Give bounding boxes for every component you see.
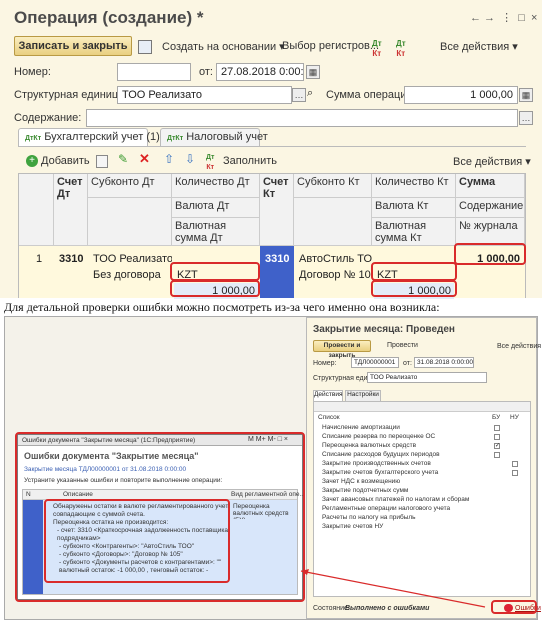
screenshot-frame: Закрытие месяца: Проведен Провести и зак… xyxy=(4,316,542,620)
sum-field[interactable]: 1 000,00 xyxy=(404,86,518,104)
edit-icon[interactable]: ✎ xyxy=(118,153,128,165)
header-currency-dt: Валюта Дт xyxy=(172,198,260,218)
row-subconto-kt-1[interactable]: АвтоСтиль ТОО xyxy=(296,251,372,267)
tab-accounting[interactable]: ДтКт Бухгалтерский учет (1) xyxy=(18,128,160,146)
header-subconto-kt: Субконто Кт xyxy=(294,174,372,198)
explanation-caption: Для детальной проверки ошибки можно посм… xyxy=(4,300,440,314)
tab-tax-label: Налоговый учет xyxy=(186,131,268,143)
save-close-button[interactable]: Записать и закрыть xyxy=(14,36,132,56)
header-sum: Сумма xyxy=(456,174,525,198)
header-blank-kt xyxy=(294,198,372,246)
copy-icon[interactable] xyxy=(96,155,108,168)
fill-button[interactable]: Заполнить xyxy=(223,155,277,167)
header-n xyxy=(19,174,54,246)
highlight-sum xyxy=(454,243,526,265)
dt-kt-report-icon[interactable]: Дт Кт xyxy=(396,39,406,59)
fill-icon[interactable]: Дт Кт xyxy=(206,153,214,173)
move-up-icon[interactable]: ⇧ xyxy=(164,153,174,165)
save-icon[interactable] xyxy=(138,40,152,54)
row-subconto-dt-1[interactable]: ТОО Реализато xyxy=(90,251,172,267)
header-kt-account: Счет Кт xyxy=(260,174,294,246)
row-number: 1 xyxy=(36,253,43,265)
register-button[interactable]: Выбор регистров... xyxy=(282,40,379,52)
sum-label: Сумма операции: xyxy=(326,89,416,101)
arrow-icon xyxy=(300,569,486,608)
highlight-cur-sum-kt xyxy=(371,280,457,297)
content-label: Содержание: xyxy=(14,112,82,124)
delete-icon[interactable]: ✕ xyxy=(139,152,150,165)
number-field[interactable] xyxy=(117,63,191,81)
tab-divider xyxy=(18,146,526,147)
highlight-currency-dt xyxy=(170,262,260,281)
dt-kt-icon[interactable]: Дт Кт xyxy=(372,39,382,59)
window-title: Операция (создание) * xyxy=(14,8,204,27)
header-cur-sum-dt: Валютная сумма Дт xyxy=(172,218,260,246)
header-qty-dt: Количество Дт xyxy=(172,174,260,198)
tab-accounting-label: Бухгалтерский учет (1) xyxy=(44,131,160,143)
highlight-currency-kt xyxy=(371,262,457,281)
move-down-icon[interactable]: ⇩ xyxy=(185,153,195,165)
create-based-button[interactable]: Создать на основании ▾ xyxy=(162,40,285,53)
row-dt-account[interactable]: 3310 xyxy=(56,251,86,267)
header-subconto-dt: Субконто Дт xyxy=(88,174,172,198)
header-currency-kt: Валюта Кт xyxy=(372,198,456,218)
add-button[interactable]: Добавить xyxy=(41,155,90,167)
number-label: Номер: xyxy=(14,66,51,78)
tab-tax[interactable]: ДтКт Налоговый учет xyxy=(160,128,268,146)
all-actions-menu[interactable]: Все действия ▾ xyxy=(440,40,518,53)
unit-field[interactable]: ТОО Реализато xyxy=(117,86,292,104)
content-field[interactable] xyxy=(86,109,518,127)
unit-select-icon[interactable]: … xyxy=(292,88,306,102)
window-controls[interactable]: ← → ⋮ □ × xyxy=(470,11,537,24)
unit-search-icon[interactable]: ⌕ xyxy=(307,88,313,99)
content-select-icon[interactable]: … xyxy=(519,111,533,125)
header-blank-dt xyxy=(88,198,172,246)
header-content: Содержание xyxy=(456,198,525,218)
dt-kt-icon: ДтКт xyxy=(25,135,42,142)
table-all-actions[interactable]: Все действия ▾ xyxy=(453,155,531,168)
unit-label: Структурная единица: xyxy=(14,89,128,101)
header-cur-sum-kt: Валютная сумма Кт xyxy=(372,218,456,246)
add-icon[interactable]: + xyxy=(26,155,38,167)
header-qty-kt: Количество Кт xyxy=(372,174,456,198)
row-subconto-dt-2[interactable]: Без договора xyxy=(90,267,172,283)
row-kt-account[interactable]: 3310 xyxy=(262,251,292,267)
header-journal: № журнала xyxy=(456,218,525,246)
operation-form: Операция (создание) * ← → ⋮ □ × Записать… xyxy=(0,0,542,299)
date-field[interactable]: 27.08.2018 0:00:00 xyxy=(216,63,304,81)
header-dt-account: Счет Дт xyxy=(54,174,88,246)
highlight-cur-sum-dt xyxy=(170,280,260,297)
row-subconto-kt-2[interactable]: Договор № 105 xyxy=(296,267,372,283)
calculator-icon[interactable]: ▦ xyxy=(519,88,533,102)
dt-kt-icon: ДтКт xyxy=(167,135,184,142)
date-label: от: xyxy=(199,66,213,78)
calendar-icon[interactable]: ▦ xyxy=(306,65,320,79)
